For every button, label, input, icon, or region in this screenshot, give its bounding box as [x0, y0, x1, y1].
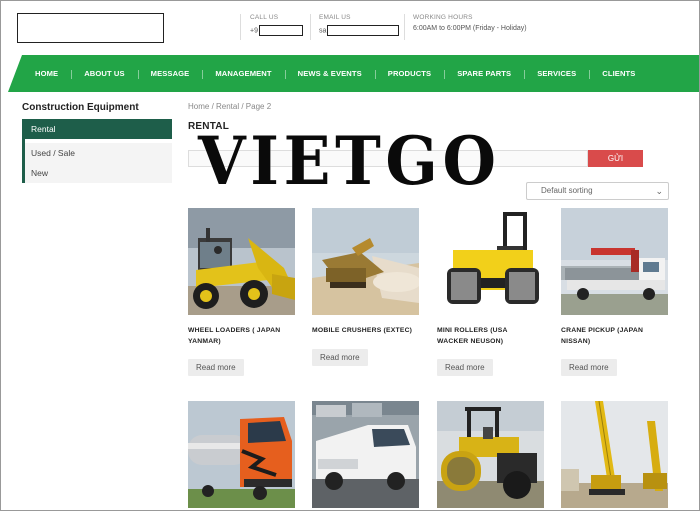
header-divider — [240, 14, 241, 40]
read-more-button[interactable]: Read more — [312, 348, 368, 366]
site-logo-placeholder[interactable] — [17, 13, 164, 43]
product-card — [188, 401, 295, 508]
nav-products[interactable]: PRODUCTS — [374, 69, 444, 79]
sidebar-menu: Rental Used / Sale New — [22, 119, 172, 183]
product-name[interactable]: MINI ROLLERS (USA WACKER NEUSON) — [437, 326, 544, 347]
call-us-value: +9 — [250, 27, 258, 35]
product-image-wheel-loader[interactable] — [188, 208, 295, 315]
working-hours-label: WORKING HOURS — [413, 14, 473, 21]
sidebar-title: Construction Equipment — [22, 102, 139, 113]
sidebar-item-used-sale[interactable]: Used / Sale — [25, 143, 172, 163]
read-more-button[interactable]: Read more — [437, 359, 493, 377]
nav-clients[interactable]: CLIENTS — [589, 69, 648, 79]
email-us-label: EMAIL US — [319, 14, 351, 21]
header-divider — [310, 14, 311, 40]
product-image-mini-roller[interactable] — [437, 208, 544, 315]
header-divider — [404, 14, 405, 40]
email-us-value: sa — [319, 27, 327, 35]
product-image-mobile-crusher[interactable] — [312, 208, 419, 315]
sort-selected-value: Default sorting — [541, 186, 593, 195]
product-name[interactable]: CRANE PICKUP (JAPAN NISSAN) — [561, 326, 668, 347]
product-name[interactable]: WHEEL LOADERS ( JAPAN YANMAR) — [188, 326, 295, 347]
call-us-label: CALL US — [250, 14, 279, 21]
product-card: CRANE PICKUP (JAPAN NISSAN) Read more — [561, 208, 668, 377]
nav-home[interactable]: HOME — [22, 69, 71, 78]
search-submit-button[interactable]: GỬI — [588, 150, 643, 167]
nav-spare-parts[interactable]: SPARE PARTS — [444, 69, 524, 79]
sidebar-item-rental[interactable]: Rental — [25, 119, 172, 139]
product-image-road-roller[interactable] — [437, 401, 544, 508]
vietgo-watermark: VIETGO — [198, 122, 501, 200]
nav-news-events[interactable]: NEWS & EVENTS — [284, 69, 375, 79]
product-card — [437, 401, 544, 508]
product-card: WHEEL LOADERS ( JAPAN YANMAR) Read more — [188, 208, 295, 377]
nav-about-us[interactable]: ABOUT US — [71, 69, 137, 79]
sort-select[interactable]: Default sorting ⌄ — [526, 182, 669, 200]
nav-services[interactable]: SERVICES — [524, 69, 589, 79]
redacted-box — [258, 25, 303, 36]
product-image-pickup-truck[interactable] — [312, 401, 419, 508]
nav-management[interactable]: MANAGEMENT — [202, 69, 284, 79]
product-image-crane-pickup[interactable] — [561, 208, 668, 315]
breadcrumb[interactable]: Home / Rental / Page 2 — [188, 102, 271, 111]
working-hours-value: 6:00AM to 6:00PM (Friday - Holiday) — [413, 25, 527, 32]
read-more-button[interactable]: Read more — [188, 359, 244, 377]
nav-message[interactable]: MESSAGE — [137, 69, 203, 79]
product-image-tanker-truck[interactable] — [188, 401, 295, 508]
product-card: MOBILE CRUSHERS (EXTEC) Read more — [312, 208, 419, 366]
product-card — [312, 401, 419, 508]
sidebar-item-new[interactable]: New — [25, 163, 172, 183]
product-card — [561, 401, 668, 508]
chevron-down-icon: ⌄ — [655, 186, 663, 196]
email-us-block: EMAIL US sa — [319, 14, 400, 36]
working-hours-block: WORKING HOURS 6:00AM to 6:00PM (Friday -… — [413, 14, 527, 32]
read-more-button[interactable]: Read more — [561, 359, 617, 377]
call-us-block: CALL US +9 — [250, 14, 303, 36]
product-name[interactable]: MOBILE CRUSHERS (EXTEC) — [312, 326, 419, 337]
redacted-box — [327, 25, 400, 36]
product-image-crawler-crane[interactable] — [561, 401, 668, 508]
product-card: MINI ROLLERS (USA WACKER NEUSON) Read mo… — [437, 208, 544, 377]
main-navigation: HOME ABOUT US MESSAGE MANAGEMENT NEWS & … — [8, 55, 700, 92]
